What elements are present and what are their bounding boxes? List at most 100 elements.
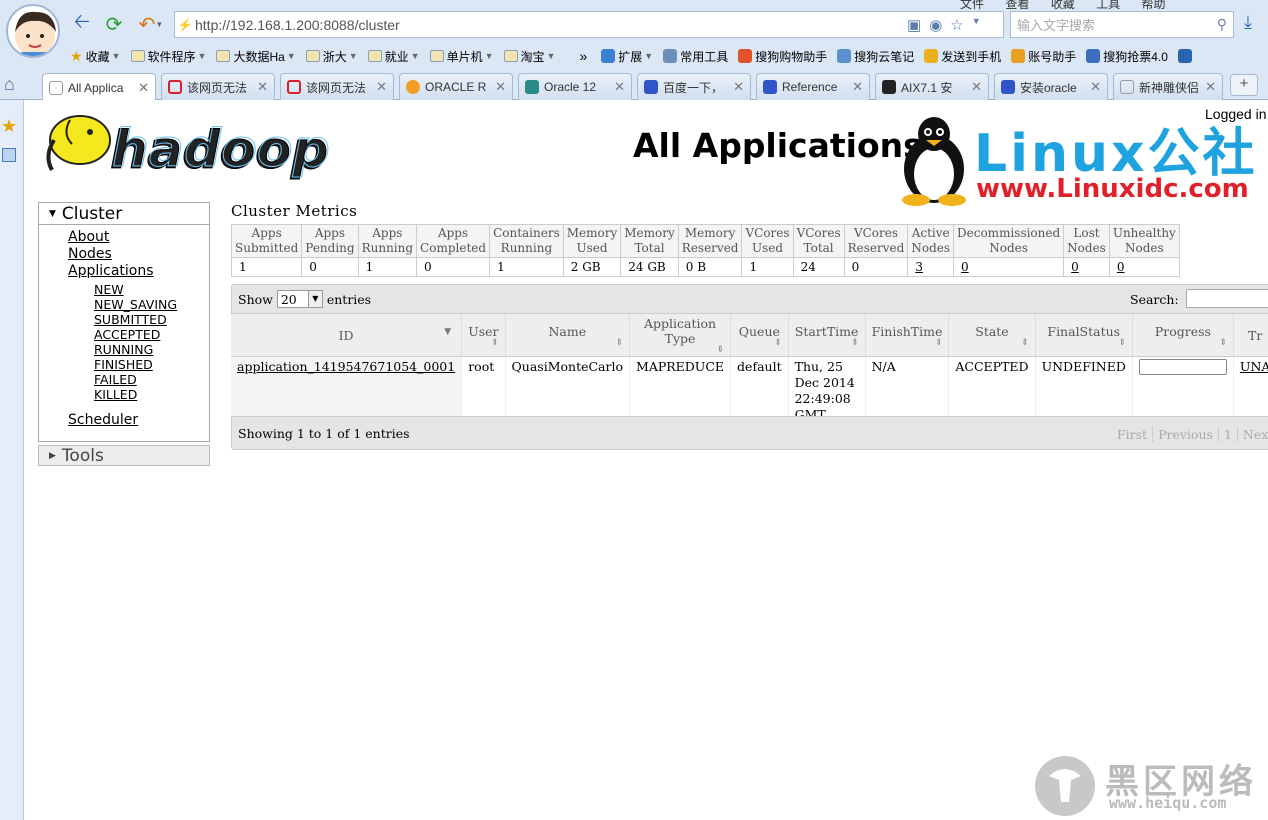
close-icon[interactable]: ✕ (1205, 79, 1216, 95)
ticket-helper-button[interactable]: 搜狗抢票4.0 (1086, 48, 1168, 65)
metric-apps-completed: 0 (416, 257, 491, 277)
column-header-type[interactable]: Application Type ⇕ (629, 314, 732, 357)
table-search-input[interactable] (1186, 289, 1268, 308)
tab-reference[interactable]: Reference ✕ (756, 73, 870, 100)
column-header-finalstatus[interactable]: FinalStatus ⇕ (1035, 314, 1133, 357)
sort-icon: ⇕ (934, 337, 943, 348)
pager-page-1[interactable]: 1 (1217, 427, 1237, 442)
chevron-down-icon[interactable]: ▼ (972, 16, 981, 34)
sidebar-link-state-failed[interactable]: FAILED (94, 372, 209, 387)
search-box[interactable]: 输入文字搜索 ⚲ (1010, 11, 1234, 38)
tab-oracle[interactable]: ORACLE R ✕ (399, 73, 513, 100)
close-icon[interactable]: ✕ (614, 79, 625, 95)
sidebar-link-scheduler[interactable]: Scheduler (68, 412, 209, 429)
tools-header[interactable]: ▶ Tools (38, 445, 210, 466)
user-avatar[interactable] (6, 4, 60, 58)
download-icon[interactable]: ⤓ (1244, 12, 1252, 33)
close-icon[interactable]: ✕ (138, 80, 149, 96)
sidebar-link-state-new-saving[interactable]: NEW_SAVING (94, 297, 209, 312)
sogou-search-button[interactable] (1177, 49, 1195, 63)
bookmark-folder[interactable]: 软件程序 ▼ (130, 48, 206, 65)
close-icon[interactable]: ✕ (495, 79, 506, 95)
sidebar-link-state-killed[interactable]: KILLED (94, 387, 209, 402)
refresh-icon[interactable]: ⟳ (102, 12, 126, 36)
close-icon[interactable]: ✕ (852, 79, 863, 95)
tab-install-oracle[interactable]: 安装oracle ✕ (994, 73, 1108, 100)
tab-all-applications[interactable]: All Applica ✕ (42, 73, 156, 101)
column-header-starttime[interactable]: StartTime ⇕ (788, 314, 866, 357)
column-header-tracking[interactable]: Tr (1233, 314, 1268, 357)
sidebar-link-state-accepted[interactable]: ACCEPTED (94, 327, 209, 342)
star-outline-icon[interactable]: ☆ (950, 16, 963, 34)
column-header-name[interactable]: Name ⇕ (505, 314, 631, 357)
extensions-button[interactable]: 扩展 ▼ (601, 48, 653, 65)
menu-file[interactable]: 文件 (960, 0, 984, 11)
close-icon[interactable]: ✕ (733, 79, 744, 95)
sidebar-link-nodes[interactable]: Nodes (68, 246, 209, 263)
penguin-icon (902, 117, 966, 206)
home-icon[interactable]: ⌂ (4, 74, 15, 95)
tab-error-page[interactable]: 该网页无法 ✕ (280, 73, 394, 100)
bookmark-folder[interactable]: 淘宝 ▼ (503, 48, 555, 65)
column-header-state[interactable]: State ⇕ (948, 314, 1036, 357)
url-text[interactable]: http://192.168.1.200:8088/cluster (195, 17, 907, 33)
menu-tools[interactable]: 工具 (1096, 0, 1120, 11)
tracking-link[interactable]: UNA (1240, 359, 1268, 374)
bookmark-folder[interactable]: 就业 ▼ (367, 48, 420, 65)
star-icon[interactable]: ★ (1, 116, 17, 137)
search-icon[interactable]: ⚲ (1217, 16, 1227, 33)
column-header-id[interactable]: ID ▼ (231, 314, 463, 357)
cluster-header[interactable]: ▼ Cluster (39, 203, 209, 225)
lost-nodes-link[interactable]: 0 (1071, 260, 1079, 274)
more-bookmarks-chevron[interactable]: » (579, 48, 587, 64)
monitor-icon[interactable] (2, 148, 16, 162)
bookmark-folder[interactable]: 单片机 ▼ (429, 48, 494, 65)
send-to-phone-button[interactable]: 发送到手机 (924, 48, 1001, 65)
tab-error-page[interactable]: 该网页无法 ✕ (161, 73, 275, 100)
compat-mode-icon[interactable]: ▣ (907, 16, 921, 34)
back-arrow-icon[interactable]: 🡠 (70, 11, 94, 36)
column-header-progress[interactable]: Progress ⇕ (1132, 314, 1234, 357)
bookmark-folder[interactable]: 浙大 ▼ (305, 48, 358, 65)
shield-icon[interactable]: ◉ (929, 16, 942, 34)
column-header-finishtime[interactable]: FinishTime ⇕ (865, 314, 950, 357)
folder-icon (429, 50, 444, 62)
account-helper-button[interactable]: 账号助手 (1011, 48, 1076, 65)
menu-favorites[interactable]: 收藏 (1051, 0, 1075, 11)
app-id-link[interactable]: application_1419547671054_0001 (237, 359, 455, 374)
column-header-queue[interactable]: Queue ⇕ (730, 314, 789, 357)
sidebar-link-state-finished[interactable]: FINISHED (94, 357, 209, 372)
unhealthy-nodes-link[interactable]: 0 (1117, 260, 1125, 274)
sidebar-link-state-new[interactable]: NEW (94, 282, 209, 297)
tab-aix[interactable]: AIX7.1 安 ✕ (875, 73, 989, 100)
sidebar-link-about[interactable]: About (68, 229, 209, 246)
close-icon[interactable]: ✕ (376, 79, 387, 95)
column-header-user[interactable]: User ⇕ (461, 314, 506, 357)
decommissioned-nodes-link[interactable]: 0 (961, 260, 969, 274)
bookmark-folder[interactable]: 大数据Ha ▼ (216, 48, 296, 65)
pager-next[interactable]: Next (1236, 427, 1268, 442)
tab-shendiao[interactable]: 新神雕侠侣 ✕ (1113, 73, 1223, 100)
close-icon[interactable]: ✕ (257, 79, 268, 95)
sidebar-link-state-running[interactable]: RUNNING (94, 342, 209, 357)
tab-baidu[interactable]: 百度一下， ✕ (637, 73, 751, 100)
bookmark-favorites[interactable]: ★ 收藏 ▼ (70, 48, 121, 65)
menu-help[interactable]: 帮助 (1141, 0, 1165, 11)
cloud-notes-button[interactable]: 搜狗云笔记 (837, 48, 914, 65)
menu-view[interactable]: 查看 (1005, 0, 1029, 11)
undo-icon[interactable]: ↶ ▼ (134, 12, 168, 36)
tab-oracle-12[interactable]: Oracle 12 ✕ (518, 73, 632, 100)
new-tab-button[interactable]: + (1230, 74, 1258, 96)
pager-previous[interactable]: Previous (1152, 427, 1218, 442)
sidebar-link-state-submitted[interactable]: SUBMITTED (94, 312, 209, 327)
sidebar-link-applications[interactable]: Applications (68, 263, 209, 280)
close-icon[interactable]: ✕ (1090, 79, 1101, 95)
shopping-helper-button[interactable]: 搜狗购物助手 (738, 48, 827, 65)
common-tools-button[interactable]: 常用工具 (663, 48, 728, 65)
pager-first[interactable]: First (1112, 427, 1152, 442)
hadoop-logo[interactable]: hadoop hadoop (40, 106, 340, 182)
address-bar[interactable]: ⚡ http://192.168.1.200:8088/cluster ▣ ◉ … (174, 11, 1004, 38)
page-size-select[interactable]: 20 ▼ (276, 290, 323, 308)
active-nodes-link[interactable]: 3 (915, 260, 923, 274)
close-icon[interactable]: ✕ (971, 79, 982, 95)
